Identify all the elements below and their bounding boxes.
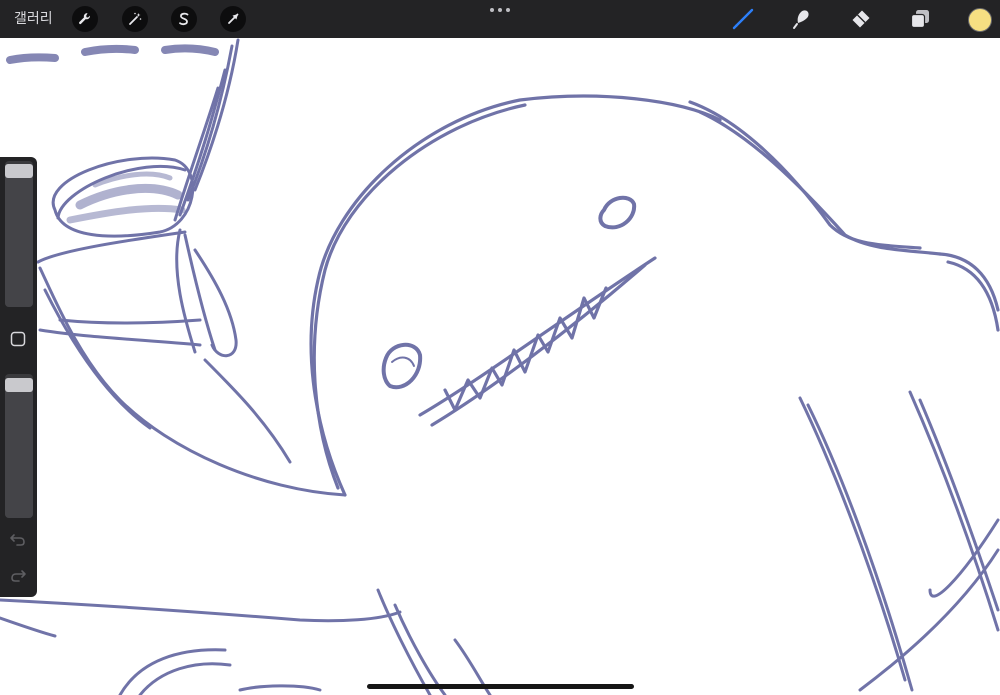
transform-button[interactable] — [220, 6, 246, 32]
smudge-finger-icon — [793, 10, 809, 29]
bottom-strokes — [0, 588, 492, 695]
eraser-tool-button[interactable] — [848, 6, 874, 32]
actions-button[interactable] — [72, 6, 98, 32]
left-sidebar — [0, 157, 37, 597]
square-modify-icon — [10, 331, 26, 347]
sketch-artwork — [0, 38, 1000, 695]
selection-button[interactable] — [171, 6, 197, 32]
procreate-app: 갤러리 — [0, 0, 1000, 695]
brush-size-thumb[interactable] — [5, 164, 33, 178]
hat-body — [36, 228, 347, 497]
brush-size-fill — [5, 164, 33, 307]
modify-button[interactable] — [10, 331, 26, 347]
head-outline — [309, 94, 1000, 497]
redo-icon — [11, 570, 26, 582]
layers-icon — [910, 10, 929, 29]
more-dots-icon[interactable] — [489, 5, 511, 15]
smudge-tool-button[interactable] — [788, 6, 814, 32]
lid — [51, 156, 195, 238]
gallery-button[interactable]: 갤러리 — [14, 9, 53, 29]
undo-icon — [10, 534, 25, 546]
adjustments-button[interactable] — [122, 6, 148, 32]
mouth — [418, 256, 657, 427]
selection-s-icon — [179, 12, 189, 26]
opacity-slider[interactable] — [5, 374, 33, 518]
home-indicator[interactable] — [367, 684, 634, 689]
wrench-icon — [79, 13, 90, 25]
arrow-cursor-icon — [228, 13, 239, 24]
top-toolbar: 갤러리 — [0, 0, 1000, 38]
opacity-fill — [5, 378, 33, 518]
dash-marks — [6, 44, 219, 64]
brush-size-slider[interactable] — [5, 161, 33, 307]
stick-lines — [173, 38, 240, 222]
drawing-canvas[interactable] — [0, 38, 1000, 695]
brush-tool-button[interactable] — [730, 6, 756, 32]
redo-button[interactable] — [9, 567, 27, 583]
magic-wand-icon — [129, 12, 142, 25]
body-strokes — [798, 390, 1000, 692]
layers-button[interactable] — [907, 6, 933, 32]
undo-button[interactable] — [9, 531, 27, 547]
opacity-thumb[interactable] — [5, 378, 33, 392]
brush-icon — [732, 8, 754, 30]
eraser-icon — [852, 10, 870, 28]
color-picker-swatch[interactable] — [968, 8, 992, 32]
